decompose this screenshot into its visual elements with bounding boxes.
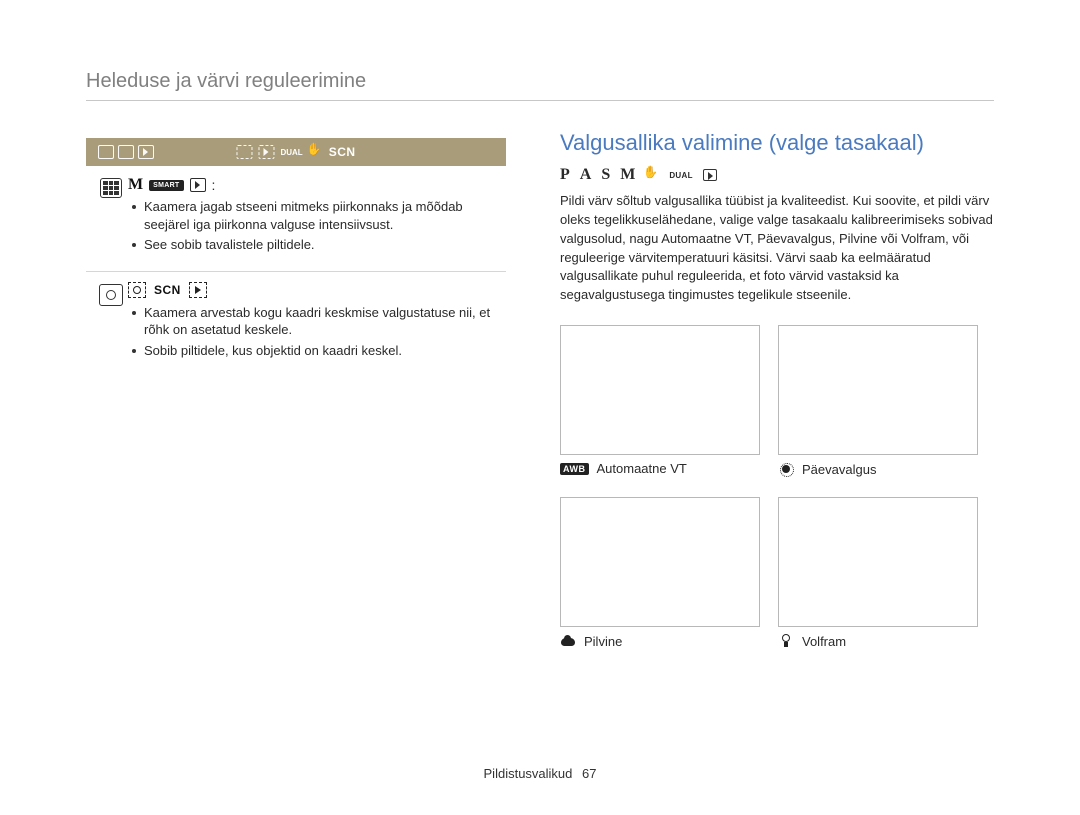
colon: : <box>212 177 216 193</box>
camera-icon <box>118 145 134 159</box>
wb-cell-cloudy: Pilvine <box>560 497 760 649</box>
row-icon-col <box>94 176 128 257</box>
footer-page-number: 67 <box>582 766 596 781</box>
left-column: DUAL SCN M SMART <box>86 138 506 376</box>
wb-label: Automaatne VT <box>597 461 687 476</box>
mode-bar: DUAL SCN <box>86 138 506 166</box>
table-row: SCN Kaamera arvestab kogu kaadri keskmis… <box>86 272 506 377</box>
wb-cell-tungsten: Volfram <box>778 497 978 649</box>
wb-label: Volfram <box>802 634 846 649</box>
bulb-icon <box>778 633 794 649</box>
wb-thumb <box>778 325 978 455</box>
mode-s: S <box>601 166 610 184</box>
cloud-icon <box>560 633 576 649</box>
bullet-item: See sobib tavalistele piltidele. <box>144 236 498 254</box>
section-title: Valgusallika valimine (valge tasakaal) <box>560 130 995 156</box>
sun-icon <box>778 461 794 477</box>
row-desc: SCN Kaamera arvestab kogu kaadri keskmis… <box>128 282 498 363</box>
play-small-icon <box>190 178 206 192</box>
mode-list: P A S M DUAL <box>560 166 995 184</box>
mode-letter: M <box>128 176 143 194</box>
wb-caption: Päevavalgus <box>778 461 978 477</box>
table-row: M SMART : Kaamera jagab stseeni mitmeks … <box>86 166 506 272</box>
mode-a: A <box>580 166 592 184</box>
awb-icon: AWB <box>560 463 589 475</box>
play-outline-icon <box>258 145 274 159</box>
preview-outline-icon <box>128 282 146 298</box>
video-icon <box>98 145 114 159</box>
wb-label: Päevavalgus <box>802 462 876 477</box>
mode-p: P <box>560 166 570 184</box>
bullet-item: Kaamera arvestab kogu kaadri keskmise va… <box>144 304 498 339</box>
preview-icon <box>236 145 252 159</box>
wb-cell-auto: AWB Automaatne VT <box>560 325 760 477</box>
scn-label: SCN <box>329 145 356 159</box>
wb-caption: AWB Automaatne VT <box>560 461 760 476</box>
metering-table: M SMART : Kaamera jagab stseeni mitmeks … <box>86 166 506 376</box>
bullet-list: Kaamera jagab stseeni mitmeks piirkonnak… <box>128 198 498 254</box>
smart-badge: SMART <box>149 180 183 191</box>
mode-line-2: SCN <box>128 282 498 298</box>
play-outline-icon-row <box>189 282 207 298</box>
wb-cell-daylight: Päevavalgus <box>778 325 978 477</box>
bullet-item: Sobib piltidele, kus objektid on kaadri … <box>144 342 498 360</box>
dual-label: DUAL <box>280 148 302 157</box>
play-icon <box>138 145 154 159</box>
dual-label-right: DUAL <box>669 171 692 180</box>
hand-icon <box>309 146 323 158</box>
hand-icon-small <box>645 169 659 181</box>
wb-thumb <box>778 497 978 627</box>
footer-section: Pildistusvalikud <box>484 766 573 781</box>
scn-label-row: SCN <box>154 283 181 297</box>
mode-line: M SMART : <box>128 176 498 194</box>
centre-metering-icon <box>99 284 123 306</box>
mode-m: M <box>620 166 635 184</box>
header-rule <box>86 100 994 101</box>
wb-thumb <box>560 325 760 455</box>
row-desc: M SMART : Kaamera jagab stseeni mitmeks … <box>128 176 498 257</box>
page-header-title: Heleduse ja värvi reguleerimine <box>86 70 366 93</box>
wb-caption: Volfram <box>778 633 978 649</box>
bullet-item: Kaamera jagab stseeni mitmeks piirkonnak… <box>144 198 498 233</box>
wb-caption: Pilvine <box>560 633 760 649</box>
page-footer: Pildistusvalikud 67 <box>0 766 1080 781</box>
row-icon-col <box>94 282 128 363</box>
manual-page: Heleduse ja värvi reguleerimine DUAL SCN <box>0 0 1080 815</box>
wb-grid: AWB Automaatne VT Päevavalgus Pilvine <box>560 325 995 649</box>
matrix-metering-icon <box>100 178 122 198</box>
bullet-list: Kaamera arvestab kogu kaadri keskmise va… <box>128 304 498 360</box>
wb-thumb <box>560 497 760 627</box>
wb-label: Pilvine <box>584 634 622 649</box>
mode-icons-center: DUAL SCN <box>236 145 355 159</box>
video-mode-icon <box>703 169 717 181</box>
mode-icons-left <box>98 145 154 159</box>
paragraph-text: Pildi värv sõltub valgusallika tüübist j… <box>560 192 995 305</box>
right-column: Valgusallika valimine (valge tasakaal) P… <box>560 130 995 649</box>
